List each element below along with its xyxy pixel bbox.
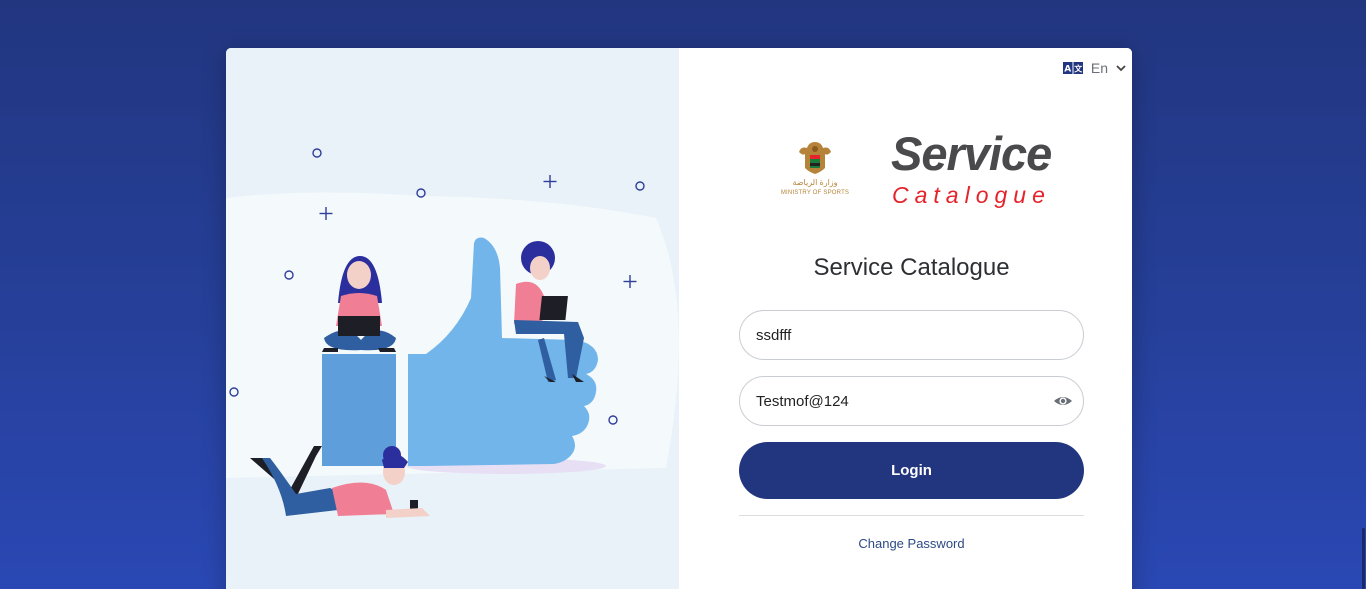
svg-text:A: A <box>1064 65 1071 75</box>
emblem-icon <box>799 142 831 174</box>
divider <box>739 515 1084 516</box>
password-field[interactable] <box>739 376 1084 426</box>
password-input[interactable] <box>756 377 1046 425</box>
change-password-link[interactable]: Change Password <box>739 536 1084 551</box>
chevron-down-icon <box>1116 65 1126 72</box>
form-title: Service Catalogue <box>813 254 1010 281</box>
catalogue-logo-text: Catalogue <box>892 182 1051 208</box>
login-card: A 文 En وزارة الرياضة MINISTRY OF SPORTS … <box>226 48 1132 589</box>
scrollbar-thumb[interactable] <box>1362 528 1365 589</box>
service-logo-text: Service <box>891 127 1052 180</box>
username-field[interactable] <box>739 310 1084 360</box>
eye-icon[interactable] <box>1053 392 1073 410</box>
page-scrollbar[interactable] <box>1360 0 1366 589</box>
username-input[interactable] <box>756 311 1046 359</box>
illustration-panel <box>226 48 679 589</box>
ministry-logo: وزارة الرياضة MINISTRY OF SPORTS <box>779 138 851 206</box>
ministry-name-english: MINISTRY OF SPORTS <box>780 190 850 196</box>
language-selector[interactable]: A 文 En <box>1062 60 1126 76</box>
ministry-name-arabic: وزارة الرياضة <box>792 178 838 187</box>
login-panel: A 文 En وزارة الرياضة MINISTRY OF SPORTS … <box>679 48 1132 589</box>
language-label: En <box>1090 60 1108 76</box>
svg-text:文: 文 <box>1074 64 1083 74</box>
login-button[interactable]: Login <box>739 442 1084 499</box>
thumb-cuff <box>322 354 396 466</box>
thumbs-up-illustration <box>226 148 679 518</box>
translate-icon: A 文 <box>1062 62 1083 75</box>
